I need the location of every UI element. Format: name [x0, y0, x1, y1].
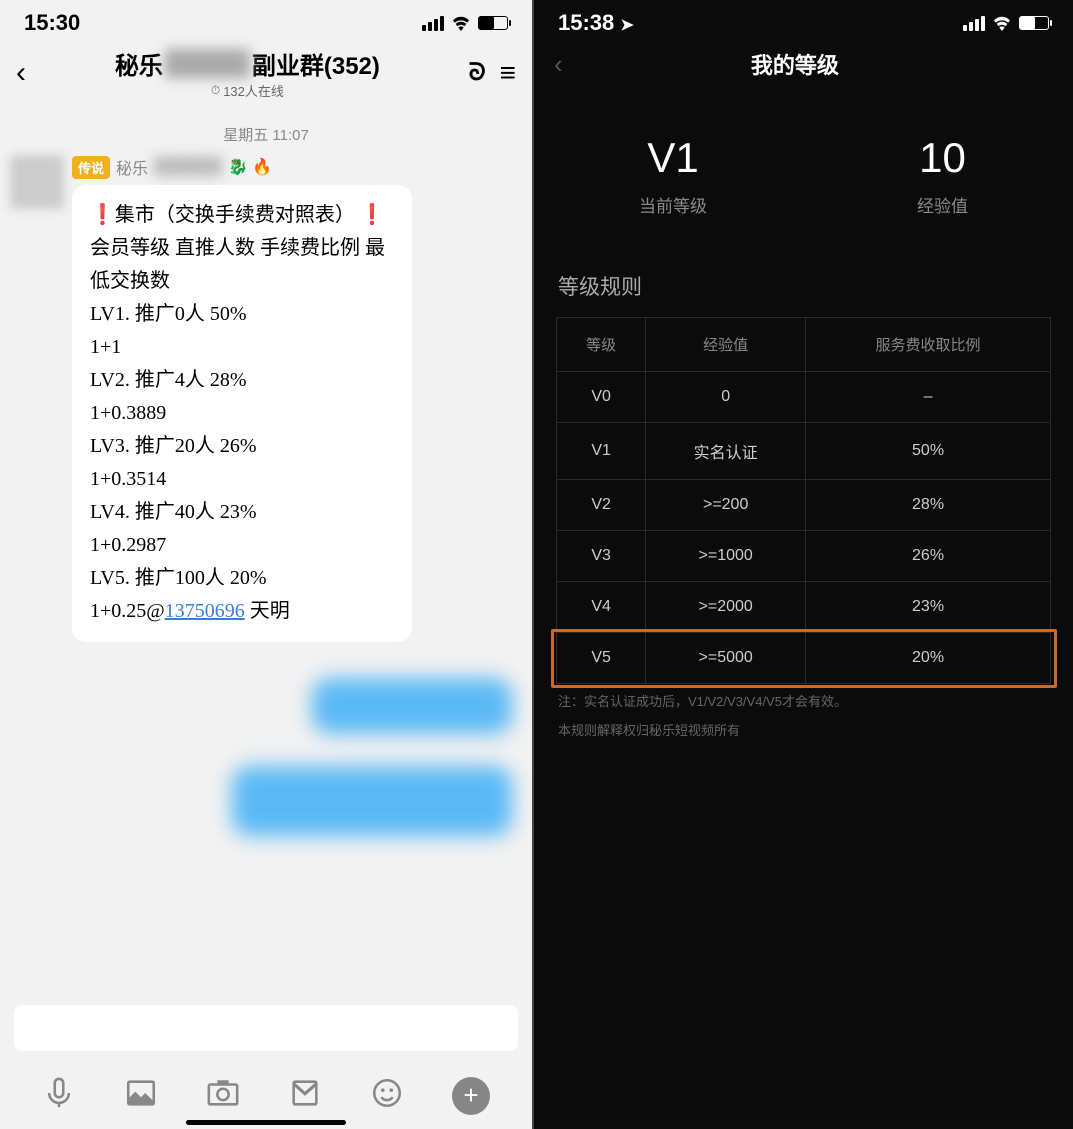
table-row: V4>=200023%	[557, 582, 1051, 633]
table-row: V5>=500020%	[557, 633, 1051, 684]
back-button[interactable]: ‹	[16, 56, 26, 90]
emoji-icon[interactable]	[370, 1076, 404, 1115]
sender-badge: 传说	[72, 156, 110, 179]
table-row: V2>=20028%	[557, 480, 1051, 531]
wifi-icon	[450, 15, 472, 31]
menu-icon[interactable]: ≡	[500, 57, 516, 89]
back-button[interactable]: ‹	[554, 49, 563, 80]
status-icons	[963, 15, 1049, 31]
table-row: V1实名认证50%	[557, 423, 1051, 480]
chat-toolbar: +	[0, 1076, 532, 1115]
col-fee: 服务费收取比例	[806, 318, 1051, 372]
wifi-icon	[991, 15, 1013, 31]
signal-icon	[422, 16, 444, 31]
voice-icon[interactable]	[42, 1076, 76, 1115]
signal-icon	[963, 16, 985, 31]
level-table: 等级 经验值 服务费收取比例 V00–V1实名认证50%V2>=20028%V3…	[556, 317, 1051, 684]
outgoing-blurred-2	[0, 760, 532, 842]
chat-screen: 15:30 ‹ 秘乐 █████ 副业群(352) ⏱ 132人在线	[0, 0, 534, 1129]
location-icon: ➤	[620, 17, 633, 34]
phone-link[interactable]: 13750696	[165, 600, 245, 622]
date-separator: 星期五 11:07	[0, 110, 532, 155]
camera-icon[interactable]	[206, 1076, 240, 1115]
outgoing-blurred-1	[0, 672, 532, 740]
redpacket-icon[interactable]	[288, 1076, 322, 1115]
more-button[interactable]: +	[452, 1077, 490, 1115]
note-line-1: 注：实名认证成功后，V1/V2/V3/V4/V5才会有效。	[534, 684, 1073, 721]
battery-icon	[1019, 16, 1049, 30]
rules-title: 等级规则	[534, 245, 1073, 317]
current-level-value: V1	[639, 134, 707, 182]
avatar[interactable]	[10, 155, 64, 209]
status-bar: 15:38 ➤	[534, 0, 1073, 40]
exp-label: 经验值	[917, 192, 968, 217]
status-time: 15:30	[24, 10, 80, 36]
level-screen: 15:38 ➤ ‹ 我的等级 V1 当前等级 10 经验值 等级规则	[534, 0, 1073, 1129]
col-level: 等级	[557, 318, 646, 372]
level-summary: V1 当前等级 10 经验值	[534, 100, 1073, 245]
chat-input[interactable]	[14, 1005, 518, 1051]
page-title: 我的等级	[563, 48, 1027, 80]
gallery-icon[interactable]	[124, 1076, 158, 1115]
battery-icon	[478, 16, 508, 30]
exp-value: 10	[917, 134, 968, 182]
clock-icon: ⏱	[211, 83, 220, 98]
chat-title: 秘乐 █████ 副业群(352)	[34, 46, 461, 81]
home-indicator[interactable]	[186, 1120, 346, 1125]
chat-subtitle: ⏱ 132人在线	[34, 81, 461, 100]
table-row: V3>=100026%	[557, 531, 1051, 582]
current-level-label: 当前等级	[639, 192, 707, 217]
status-time: 15:38	[558, 10, 614, 35]
group-icon[interactable]: ᘐ	[469, 59, 486, 87]
col-exp: 经验值	[646, 318, 806, 372]
status-icons	[422, 15, 508, 31]
message-bubble[interactable]: ❗集市（交换手续费对照表） ❗会员等级 直推人数 手续费比例 最低交换数LV1.…	[72, 185, 412, 642]
note-line-2: 本规则解释权归秘乐短视频所有	[534, 721, 1073, 750]
sender-line: 传说 秘乐 ██████ 🐉 🔥	[72, 155, 522, 179]
chat-header: ‹ 秘乐 █████ 副业群(352) ⏱ 132人在线 ᘐ ≡	[0, 40, 532, 110]
level-table-wrap: 等级 经验值 服务费收取比例 V00–V1实名认证50%V2>=20028%V3…	[534, 317, 1073, 684]
status-bar: 15:30	[0, 0, 532, 40]
message-row: 传说 秘乐 ██████ 🐉 🔥 ❗集市（交换手续费对照表） ❗会员等级 直推人…	[0, 155, 532, 642]
nav-bar: ‹ 我的等级	[534, 40, 1073, 100]
table-row: V00–	[557, 372, 1051, 423]
